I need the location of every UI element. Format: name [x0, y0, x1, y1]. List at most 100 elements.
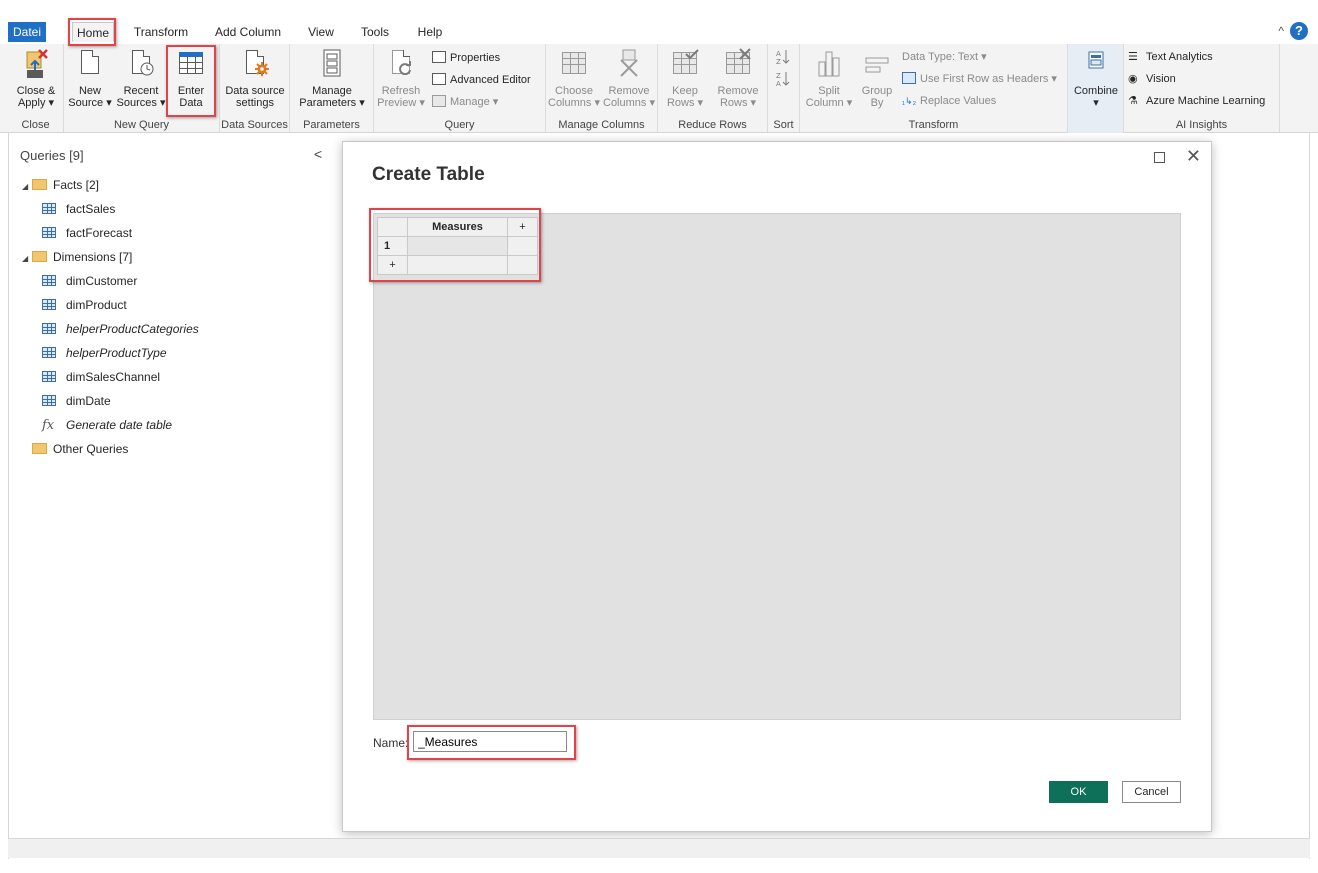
recent-sources-icon: [126, 48, 156, 82]
query-item[interactable]: helperProductType: [42, 342, 167, 364]
enter-data-button[interactable]: Enter Data: [168, 48, 214, 109]
split-column-icon: [814, 48, 844, 82]
close-apply-button[interactable]: Close & Apply ▾: [12, 48, 60, 109]
table-corner-cell: [377, 217, 408, 237]
tab-add-column[interactable]: Add Column: [210, 22, 286, 42]
tab-tools[interactable]: Tools: [354, 22, 396, 42]
group-label-close: Close: [21, 119, 50, 131]
query-item[interactable]: dimProduct: [42, 294, 127, 316]
group-query: Refresh Preview ▾ Properties Advanced Ed…: [374, 44, 546, 133]
folder-other-queries[interactable]: Other Queries: [32, 438, 128, 460]
table-icon: [42, 203, 56, 214]
text-analytics-icon: ☰: [1128, 51, 1138, 63]
manage-parameters-button[interactable]: Manage Parameters ▾: [294, 48, 370, 109]
group-reduce-rows: Keep Rows ▾ Remove Rows ▾ Reduce Rows: [658, 44, 768, 133]
tab-help[interactable]: Help: [410, 22, 450, 42]
query-item[interactable]: dimCustomer: [42, 270, 137, 292]
group-parameters: Manage Parameters ▾ Parameters: [290, 44, 374, 133]
refresh-preview-icon: [386, 48, 416, 82]
query-item[interactable]: factForecast: [42, 222, 132, 244]
expand-triangle-icon: ◢: [22, 182, 29, 191]
folder-facts[interactable]: ◢ Facts [2]: [22, 174, 99, 196]
choose-columns-icon: [559, 48, 589, 82]
refresh-preview-button[interactable]: Refresh Preview ▾: [376, 48, 426, 109]
add-column-button[interactable]: +: [507, 217, 538, 237]
create-table-dialog: Create Table ✕ Measures + 1 + Name: OK C…: [342, 141, 1212, 832]
query-item[interactable]: dimDate: [42, 390, 111, 412]
name-label: Name:: [373, 736, 409, 750]
group-by-button[interactable]: Group By: [856, 48, 898, 109]
query-item[interactable]: factSales: [42, 198, 115, 220]
group-label-parameters: Parameters: [303, 119, 360, 131]
folder-dimensions[interactable]: ◢ Dimensions [7]: [22, 246, 132, 268]
sort-descending-icon: ZA: [776, 72, 790, 88]
add-row-button[interactable]: +: [377, 255, 408, 275]
table-name-input[interactable]: [413, 731, 567, 752]
table-icon: [42, 275, 56, 286]
keep-rows-button[interactable]: Keep Rows ▾: [660, 48, 710, 109]
vision-button[interactable]: ◉ Vision: [1128, 70, 1176, 88]
remove-columns-button[interactable]: Remove Columns ▾: [602, 48, 656, 109]
query-item[interactable]: fx Generate date table: [42, 414, 172, 436]
svg-text:A: A: [776, 50, 781, 58]
table-cell-empty: [407, 255, 508, 275]
replace-values-button[interactable]: ₁↳₂ Replace Values: [902, 92, 996, 110]
cancel-button[interactable]: Cancel: [1122, 781, 1181, 803]
close-icon[interactable]: ✕: [1186, 146, 1201, 167]
remove-columns-icon: [614, 48, 644, 82]
folder-icon: [32, 251, 47, 262]
queries-title: Queries [9]: [20, 148, 84, 163]
group-close: Close & Apply ▾ Close: [8, 44, 64, 133]
table-headers-icon: [902, 72, 916, 84]
group-label-transform: Transform: [908, 119, 959, 131]
sort-ascending-button[interactable]: AZ: [776, 48, 790, 66]
combine-button[interactable]: Combine ▾: [1072, 48, 1120, 109]
manage-table-icon: [432, 95, 446, 107]
table-cell-empty: [507, 236, 538, 256]
query-item[interactable]: dimSalesChannel: [42, 366, 160, 388]
use-first-row-headers-button[interactable]: Use First Row as Headers ▾: [902, 70, 1057, 88]
azure-ml-button[interactable]: ⚗ Azure Machine Learning: [1128, 92, 1265, 110]
new-source-button[interactable]: New Source ▾: [66, 48, 114, 109]
combine-icon: [1081, 48, 1111, 82]
query-item[interactable]: helperProductCategories: [42, 318, 199, 340]
tab-view[interactable]: View: [302, 22, 340, 42]
advanced-editor-icon: [432, 73, 446, 85]
group-label-data-sources: Data Sources: [221, 119, 288, 131]
data-source-settings-button[interactable]: Data source settings: [222, 48, 288, 109]
maximize-icon[interactable]: [1154, 152, 1165, 163]
properties-button[interactable]: Properties: [432, 49, 500, 67]
ok-button[interactable]: OK: [1049, 781, 1108, 803]
manage-parameters-icon: [317, 48, 347, 82]
sort-descending-button[interactable]: ZA: [776, 70, 790, 88]
recent-sources-button[interactable]: Recent Sources ▾: [116, 48, 166, 109]
split-column-button[interactable]: Split Column ▾: [804, 48, 854, 109]
collapse-pane-icon[interactable]: <: [314, 146, 322, 162]
properties-icon: [432, 51, 446, 63]
status-bar: [8, 838, 1310, 858]
tab-transform[interactable]: Transform: [128, 22, 194, 42]
group-new-query: New Source ▾ Recent Sources ▾ Enter Data…: [64, 44, 220, 133]
column-header[interactable]: Measures: [407, 217, 508, 237]
data-type-dropdown[interactable]: Data Type: Text ▾: [902, 48, 987, 66]
data-source-settings-icon: [240, 48, 270, 82]
table-cell[interactable]: [407, 236, 508, 256]
queries-pane: Queries [9] < ◢ Facts [2] factSales factF…: [8, 140, 330, 830]
remove-rows-button[interactable]: Remove Rows ▾: [712, 48, 764, 109]
manage-query-button[interactable]: Manage ▾: [432, 93, 498, 111]
text-analytics-button[interactable]: ☰ Text Analytics: [1128, 48, 1213, 66]
keep-rows-icon: [670, 48, 700, 82]
flask-icon: ⚗: [1128, 95, 1138, 107]
collapse-ribbon-icon[interactable]: ^: [1278, 24, 1284, 38]
tab-file[interactable]: Datei: [8, 22, 46, 42]
entry-table: Measures + 1 +: [377, 217, 538, 275]
choose-columns-button[interactable]: Choose Columns ▾: [548, 48, 600, 109]
new-source-icon: [75, 48, 105, 82]
tab-home[interactable]: Home: [72, 22, 114, 42]
table-icon: [42, 395, 56, 406]
advanced-editor-button[interactable]: Advanced Editor: [432, 71, 531, 89]
help-icon[interactable]: ?: [1290, 22, 1308, 40]
function-fx-icon: fx: [42, 418, 55, 433]
folder-icon: [32, 443, 47, 454]
group-label-query: Query: [444, 119, 475, 131]
